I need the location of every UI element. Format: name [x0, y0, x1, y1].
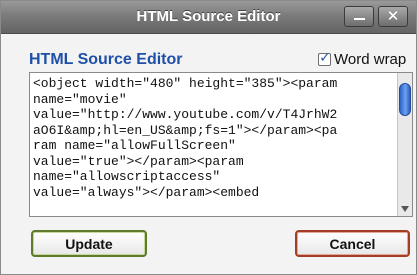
close-button[interactable]: ✕ [378, 6, 408, 27]
scroll-down-arrow-icon[interactable] [401, 206, 409, 212]
cancel-button[interactable]: Cancel [295, 230, 410, 257]
html-source-editor-dialog: HTML Source Editor ✕ HTML Source Editor … [0, 0, 417, 275]
scrollbar-thumb[interactable] [399, 83, 411, 116]
source-line: value="http://www.youtube.com/v/T4JrhW2 [33, 107, 338, 122]
source-line: aO6I&amp;hl=en_US&amp;fs=1"></param><pa [33, 122, 338, 138]
minimize-icon [354, 18, 365, 20]
source-line: name="movie" [33, 91, 127, 107]
checkmark-icon: ✓ [319, 50, 331, 66]
word-wrap-checkbox[interactable]: ✓ [318, 50, 331, 66]
editor-heading: HTML Source Editor [29, 51, 183, 68]
source-line: <object width="480" height="385"><param [33, 76, 338, 91]
source-line: name="allowscriptaccess" [33, 169, 221, 184]
vertical-scrollbar[interactable] [397, 73, 412, 216]
title-bar[interactable]: HTML Source Editor ✕ [1, 1, 416, 34]
close-icon: ✕ [386, 7, 400, 25]
word-wrap-label[interactable]: Word wrap [334, 51, 406, 68]
update-button[interactable]: Update [31, 230, 147, 257]
source-line: value="true"></param><param [33, 153, 244, 169]
source-line: value="always"></param><embed [33, 184, 260, 200]
source-textarea[interactable]: <object width="480" height="385"><param … [29, 72, 413, 217]
source-line: ram name="allowFullScreen" [33, 138, 236, 153]
minimize-button[interactable] [344, 6, 374, 27]
source-code[interactable]: <object width="480" height="385"><param … [33, 76, 393, 200]
